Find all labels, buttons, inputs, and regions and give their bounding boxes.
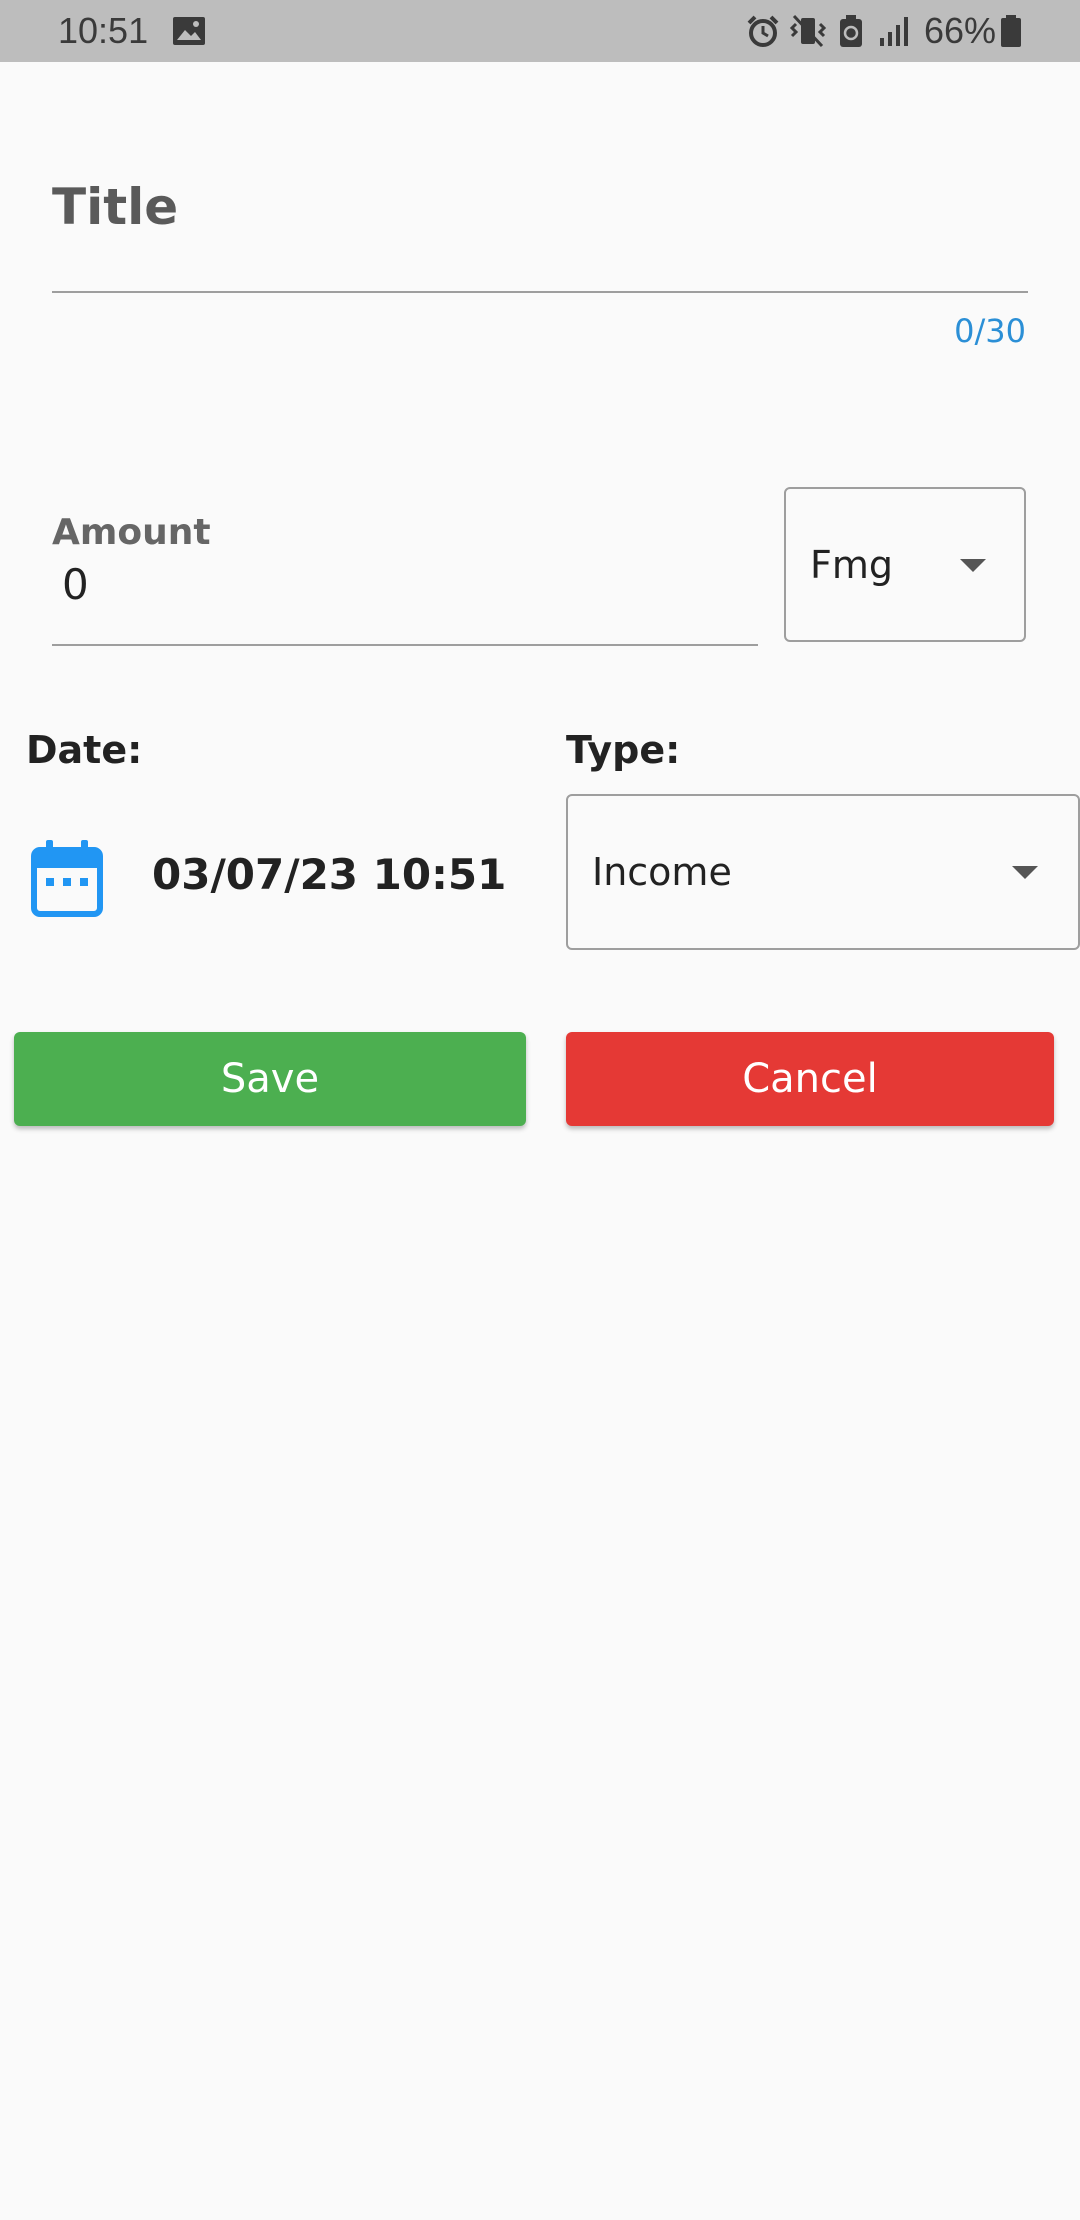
- chevron-down-icon: [1012, 866, 1038, 879]
- save-button[interactable]: Save: [14, 1032, 526, 1126]
- date-value[interactable]: 03/07/23 10:51: [152, 850, 506, 899]
- chevron-down-icon: [960, 559, 986, 572]
- signal-icon: [878, 14, 912, 52]
- amount-label: Amount: [52, 512, 211, 553]
- calendar-icon[interactable]: [30, 838, 104, 918]
- title-character-counter: 0/30: [954, 312, 1026, 350]
- battery-saver-icon: [838, 14, 864, 52]
- battery-icon: [1000, 14, 1022, 52]
- vibrate-icon: [789, 14, 827, 52]
- image-icon: [172, 16, 206, 50]
- currency-selected: Fmg: [810, 543, 893, 587]
- cancel-button[interactable]: Cancel: [566, 1032, 1054, 1126]
- type-label: Type:: [566, 728, 681, 772]
- type-dropdown[interactable]: Income: [566, 794, 1080, 950]
- status-bar: 10:51 66%: [0, 0, 1080, 62]
- amount-underline: [52, 644, 758, 646]
- title-label: Title: [52, 178, 179, 236]
- currency-dropdown[interactable]: Fmg: [784, 487, 1026, 642]
- title-underline: [52, 291, 1028, 293]
- alarm-icon: [746, 14, 780, 52]
- battery-percentage: 66%: [923, 10, 996, 51]
- type-selected: Income: [592, 850, 732, 894]
- status-time: 10:51: [58, 10, 149, 51]
- date-label: Date:: [26, 728, 143, 772]
- amount-value[interactable]: 0: [62, 560, 89, 609]
